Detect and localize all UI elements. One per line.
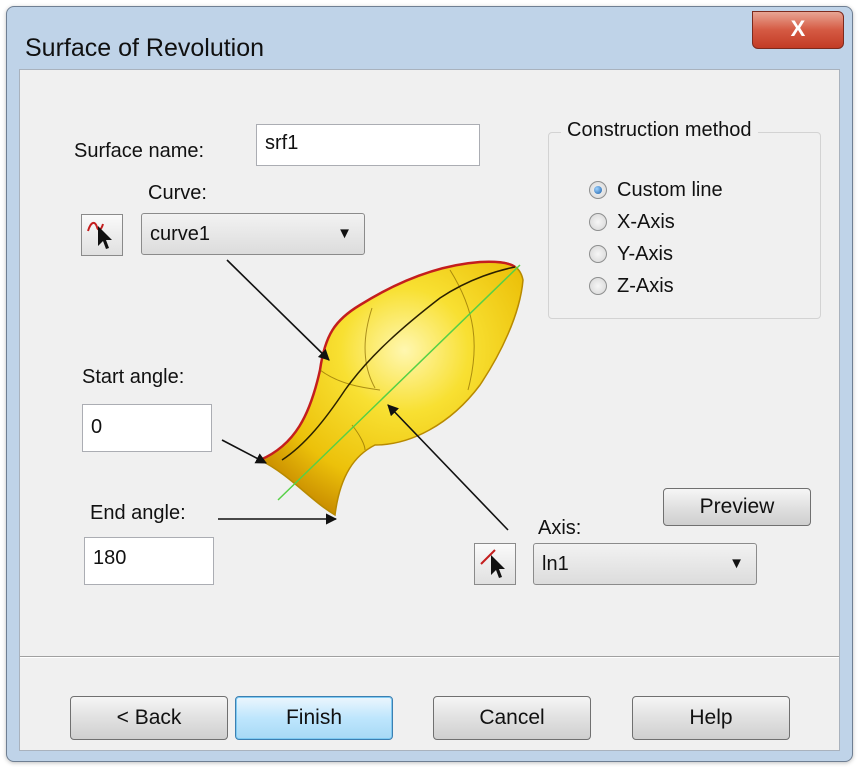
curve-label: Curve: (148, 182, 207, 204)
window-title: Surface of Revolution (25, 34, 265, 62)
axis-select[interactable]: ln1 ▼ (533, 543, 757, 585)
axis-select-value: ln1 (542, 553, 569, 575)
end-angle-label: End angle: (90, 502, 186, 524)
pick-curve-button[interactable] (81, 214, 123, 256)
radio-label: X-Axis (617, 211, 675, 233)
end-angle-input[interactable]: 180 (84, 537, 214, 585)
button-separator (20, 656, 839, 658)
curve-select-value: curve1 (150, 223, 211, 245)
radio-button[interactable] (589, 181, 607, 199)
curve-pick-cursor-icon (87, 221, 112, 249)
radio-button[interactable] (589, 245, 607, 263)
close-icon: X (790, 16, 806, 41)
radio-selected-dot (594, 186, 602, 194)
cancel-button[interactable]: Cancel (433, 696, 591, 740)
radio-button[interactable] (589, 277, 607, 295)
title-bar: Surface of Revolution X (7, 7, 852, 73)
chevron-down-icon: ▼ (729, 555, 744, 572)
pick-axis-button[interactable] (474, 543, 516, 585)
preview-button[interactable]: Preview (663, 488, 811, 526)
curve-select[interactable]: curve1 ▼ (141, 213, 365, 255)
help-button[interactable]: Help (632, 696, 790, 740)
close-button[interactable]: X (752, 11, 844, 49)
radio-label: Y-Axis (617, 243, 673, 265)
axis-label: Axis: (538, 517, 582, 539)
back-button[interactable]: < Back (70, 696, 228, 740)
dialog-window: Surface of Revolution X Surface name: sr… (6, 6, 853, 762)
finish-button[interactable]: Finish (235, 696, 393, 740)
start-angle-label: Start angle: (82, 366, 185, 388)
radio-button[interactable] (589, 213, 607, 231)
radio-label: Custom line (617, 179, 723, 201)
chevron-down-icon: ▼ (337, 225, 352, 242)
construction-method-title: Construction method (561, 119, 758, 142)
start-angle-input[interactable]: 0 (82, 404, 212, 452)
dialog-body: Surface name: srf1 Curve: curve1 ▼ Start… (19, 69, 840, 751)
surface-name-input[interactable]: srf1 (256, 124, 480, 166)
line-pick-cursor-icon (480, 549, 505, 578)
radio-label: Z-Axis (617, 275, 674, 297)
construction-method-group: Construction method Custom line X-Axis Y… (548, 119, 821, 319)
surface-name-label: Surface name: (74, 140, 205, 162)
